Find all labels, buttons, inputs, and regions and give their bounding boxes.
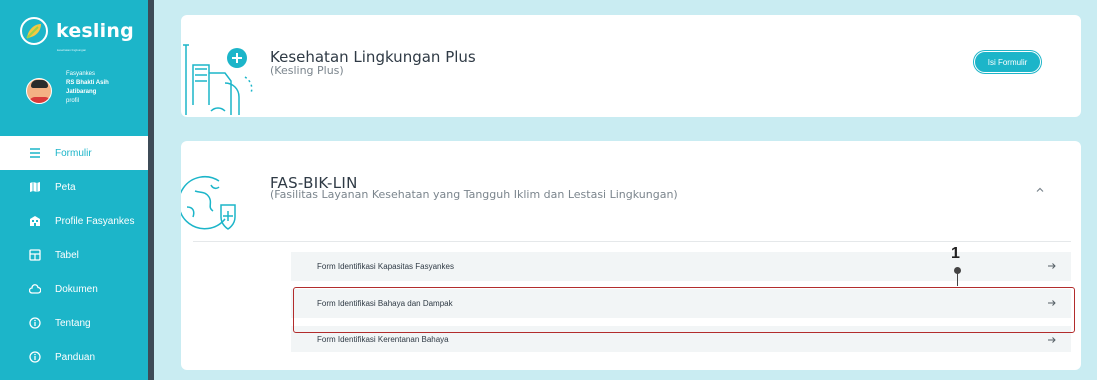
sidebar-item-formulir[interactable]: Formulir	[0, 136, 148, 170]
sidebar-item-label: Tentang	[55, 317, 91, 329]
sidebar-item-label: Panduan	[55, 351, 96, 363]
sidebar-item-peta[interactable]: Peta	[0, 170, 150, 204]
cloud-icon	[29, 283, 41, 295]
sidebar-item-label: Tabel	[55, 249, 79, 261]
callout-line	[957, 272, 958, 286]
arrow-right-icon	[1046, 334, 1058, 346]
form-item-label: Form Identifikasi Kapasitas Fasyankes	[317, 262, 454, 271]
leaf-logo-icon	[20, 17, 48, 45]
sidebar-nav: Formulir Peta Profile Fasyankes Tabel Do…	[0, 136, 150, 374]
sidebar-item-tabel[interactable]: Tabel	[0, 238, 150, 272]
sidebar-item-label: Formulir	[55, 147, 92, 159]
arrow-right-icon	[1046, 260, 1058, 272]
form-item-label: Form Identifikasi Bahaya dan Dampak	[317, 299, 453, 308]
sidebar-item-panduan[interactable]: Panduan	[0, 340, 150, 374]
divider	[193, 241, 1071, 242]
app-window: kesling kesehatan lingkungan Fasyankes R…	[0, 0, 1097, 380]
list-icon	[29, 147, 41, 159]
info-icon	[29, 351, 41, 363]
health-facility-illustration-icon	[181, 35, 271, 117]
form-item-kerentanan-bahaya[interactable]: Form Identifikasi Kerentanan Bahaya	[291, 326, 1071, 352]
card-kesling-plus: Kesehatan Lingkungan Plus (Kesling Plus)…	[181, 15, 1081, 117]
user-role: Fasyankes	[66, 71, 96, 77]
form-item-label: Form Identifikasi Kerentanan Bahaya	[317, 334, 449, 344]
info-icon	[29, 317, 41, 329]
chevron-up-icon[interactable]	[1033, 183, 1047, 197]
user-name: RS Bhakti Asih Jatibarang	[66, 80, 109, 95]
profile-link[interactable]: profil	[66, 97, 126, 106]
card-subtitle: (Fasilitas Layanan Kesehatan yang Tanggu…	[270, 188, 678, 201]
card-fasbiklin: FAS-BIK-LIN (Fasilitas Layanan Kesehatan…	[178, 141, 1081, 370]
sidebar-item-label: Dokumen	[55, 283, 98, 295]
sidebar: kesling kesehatan lingkungan Fasyankes R…	[0, 0, 150, 380]
form-item-bahaya-dampak[interactable]: Form Identifikasi Bahaya dan Dampak	[291, 289, 1071, 318]
building-icon	[29, 215, 41, 227]
main-content: Kesehatan Lingkungan Plus (Kesling Plus)…	[154, 0, 1097, 380]
sidebar-item-profile-fasyankes[interactable]: Profile Fasyankes	[0, 204, 150, 238]
card-subtitle: (Kesling Plus)	[270, 64, 344, 77]
logo-text: kesling	[56, 20, 134, 42]
sidebar-item-label: Profile Fasyankes	[55, 215, 135, 227]
user-profile: Fasyankes RS Bhakti Asih Jatibarang prof…	[26, 70, 126, 106]
callout-number: 1	[951, 245, 960, 262]
map-icon	[29, 181, 41, 193]
avatar	[26, 78, 52, 104]
table-icon	[29, 249, 41, 261]
logo-tagline: kesehatan lingkungan	[57, 48, 87, 52]
arrow-right-icon	[1046, 297, 1058, 309]
sidebar-item-dokumen[interactable]: Dokumen	[0, 272, 150, 306]
logo[interactable]: kesling	[20, 16, 134, 46]
isi-formulir-button[interactable]: Isi Formulir	[974, 51, 1041, 73]
sidebar-item-tentang[interactable]: Tentang	[0, 306, 150, 340]
globe-shield-icon	[178, 171, 251, 241]
sidebar-item-label: Peta	[55, 181, 76, 193]
